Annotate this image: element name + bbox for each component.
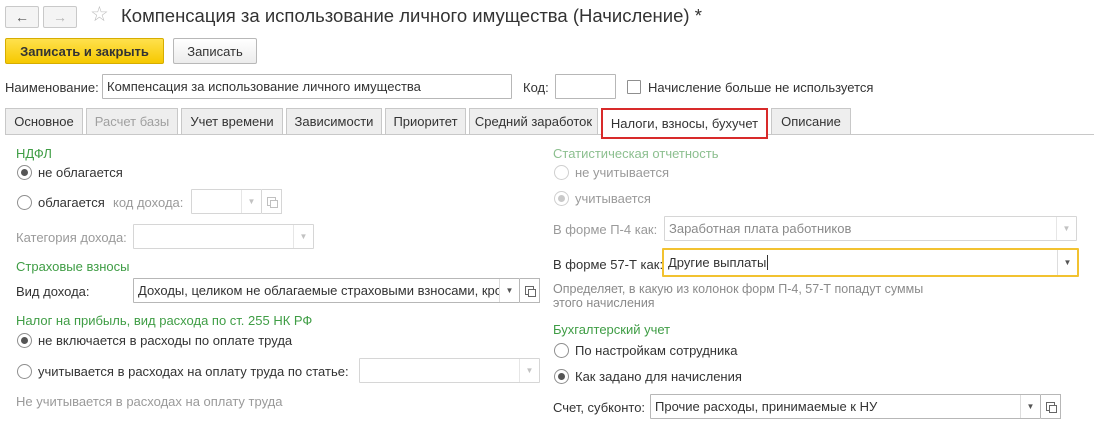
acc-by-employee-label: По настройкам сотрудника: [575, 343, 738, 358]
stat-not-counted-radio: [554, 165, 569, 180]
save-and-close-button[interactable]: Записать и закрыть: [5, 38, 164, 64]
accounting-section-title: Бухгалтерский учет: [553, 322, 671, 337]
income-code-select: ▼: [191, 189, 262, 214]
stat-hint-line1: Определяет, в какую из колонок форм П-4,…: [553, 282, 924, 296]
chevron-down-icon: ▼: [1056, 217, 1076, 240]
name-value: Компенсация за использование личного иму…: [107, 79, 421, 94]
acc-as-set-radio[interactable]: [554, 369, 569, 384]
arrow-right-icon: →: [53, 9, 67, 25]
window-title: Компенсация за использование личного иму…: [121, 5, 702, 26]
back-button[interactable]: ←: [5, 6, 39, 28]
acc-by-employee-radio[interactable]: [554, 343, 569, 358]
open-form-icon: [1046, 402, 1057, 413]
name-field[interactable]: Компенсация за использование личного иму…: [102, 74, 512, 99]
tab-average-earnings[interactable]: Средний заработок: [469, 108, 598, 135]
open-form-icon: [525, 286, 536, 297]
account-label: Счет, субконто:: [553, 400, 646, 415]
open-form-icon: [267, 197, 278, 208]
stat-hint-line2: этого начисления: [553, 296, 655, 310]
profit-tax-note: Не учитывается в расходах на оплату труд…: [16, 394, 283, 409]
name-label: Наименование:: [5, 80, 99, 95]
p4-value: Заработная плата работников: [669, 221, 852, 236]
favorite-star-icon[interactable]: ☆: [90, 4, 109, 26]
forward-button[interactable]: →: [43, 6, 77, 28]
chevron-down-icon: ▼: [519, 359, 539, 382]
f57t-label: В форме 57-Т как:: [553, 257, 664, 272]
chevron-down-icon[interactable]: ▼: [499, 279, 519, 302]
ndfl-not-taxed-radio[interactable]: [17, 165, 32, 180]
profit-included-label: учитывается в расходах на оплату труда п…: [38, 364, 349, 379]
chevron-down-icon: ▼: [293, 225, 313, 248]
stat-counted-label: учитывается: [575, 191, 651, 206]
profit-article-select: ▼: [359, 358, 540, 383]
ndfl-not-taxed-label: не облагается: [38, 165, 123, 180]
income-code-open-button: [262, 189, 282, 214]
income-category-label: Категория дохода:: [16, 230, 127, 245]
account-select[interactable]: Прочие расходы, принимаемые к НУ ▼: [650, 394, 1041, 419]
chevron-down-icon: ▼: [241, 190, 261, 213]
unused-checkbox[interactable]: [627, 80, 641, 94]
unused-label: Начисление больше не используется: [648, 80, 874, 95]
tab-taxes-contributions-accounting[interactable]: Налоги, взносы, бухучет: [601, 108, 768, 139]
profit-not-included-radio[interactable]: [17, 333, 32, 348]
tab-description[interactable]: Описание: [771, 108, 851, 135]
insurance-income-type-label: Вид дохода:: [16, 284, 90, 299]
stat-counted-radio: [554, 191, 569, 206]
text-cursor: [767, 255, 769, 270]
ndfl-section-title: НДФЛ: [16, 146, 52, 161]
ndfl-taxed-radio[interactable]: [17, 195, 32, 210]
chevron-down-icon[interactable]: ▼: [1020, 395, 1040, 418]
f57t-value: Другие выплаты: [668, 255, 767, 270]
insurance-income-type-value: Доходы, целиком не облагаемые страховыми…: [138, 283, 502, 298]
arrow-left-icon: ←: [15, 9, 29, 25]
profit-not-included-label: не включается в расходы по оплате труда: [38, 333, 293, 348]
account-value: Прочие расходы, принимаемые к НУ: [655, 399, 878, 414]
tab-time-accounting[interactable]: Учет времени: [181, 108, 283, 135]
tab-base-calculation[interactable]: Расчет базы: [86, 108, 178, 135]
tab-main[interactable]: Основное: [5, 108, 83, 135]
profit-included-radio[interactable]: [17, 364, 32, 379]
profit-tax-section-title: Налог на прибыль, вид расхода по ст. 255…: [16, 313, 313, 328]
f57t-select[interactable]: Другие выплаты ▼: [662, 248, 1079, 277]
code-field[interactable]: [555, 74, 616, 99]
p4-select: Заработная плата работников ▼: [664, 216, 1077, 241]
code-label: Код:: [523, 80, 549, 95]
acc-as-set-label: Как задано для начисления: [575, 369, 742, 384]
stat-not-counted-label: не учитывается: [575, 165, 669, 180]
income-code-label: код дохода:: [113, 195, 184, 210]
insurance-income-type-select[interactable]: Доходы, целиком не облагаемые страховыми…: [133, 278, 520, 303]
insurance-section-title: Страховые взносы: [16, 259, 130, 274]
statistics-section-title: Статистическая отчетность: [553, 146, 719, 161]
save-button[interactable]: Записать: [173, 38, 257, 64]
chevron-down-icon[interactable]: ▼: [1057, 250, 1077, 275]
insurance-open-button[interactable]: [520, 278, 540, 303]
account-open-button[interactable]: [1041, 394, 1061, 419]
p4-label: В форме П-4 как:: [553, 222, 658, 237]
income-category-select: ▼: [133, 224, 314, 249]
tab-priority[interactable]: Приоритет: [385, 108, 466, 135]
tab-dependencies[interactable]: Зависимости: [286, 108, 382, 135]
ndfl-taxed-label: облагается: [38, 195, 105, 210]
